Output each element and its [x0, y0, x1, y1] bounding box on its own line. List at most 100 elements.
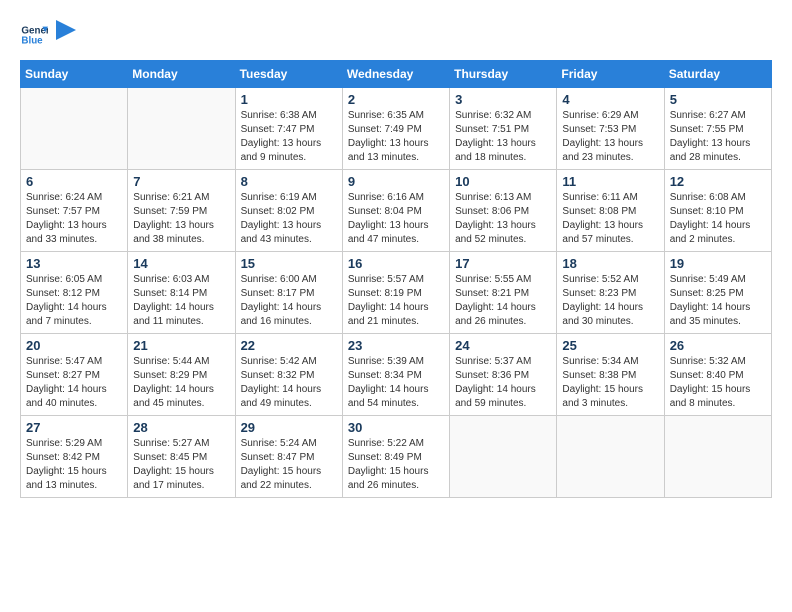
calendar-cell: 2 Sunrise: 6:35 AM Sunset: 7:49 PM Daylig…: [342, 88, 449, 170]
day-info: Sunrise: 6:00 AM Sunset: 8:17 PM Dayligh…: [241, 273, 337, 329]
calendar-cell: 20 Sunrise: 5:47 AM Sunset: 8:27 PM Dayli…: [21, 334, 128, 416]
calendar-cell: 27Sunrise: 5:29 AM Sunset: 8:42 PM Dayli…: [21, 416, 128, 498]
calendar-cell: [128, 88, 235, 170]
day-info: Sunrise: 5:57 AM Sunset: 8:19 PM Dayligh…: [348, 273, 444, 329]
calendar-cell: 16 Sunrise: 5:57 AM Sunset: 8:19 PM Dayli…: [342, 252, 449, 334]
calendar-cell: 22 Sunrise: 5:42 AM Sunset: 8:32 PM Dayli…: [235, 334, 342, 416]
weekday-header-tuesday: Tuesday: [235, 61, 342, 88]
day-number: 22: [241, 338, 337, 353]
calendar-cell: 25 Sunrise: 5:34 AM Sunset: 8:38 PM Dayli…: [557, 334, 664, 416]
day-number: 10: [455, 174, 551, 189]
day-info: Sunrise: 5:34 AM Sunset: 8:38 PM Dayligh…: [562, 355, 658, 411]
calendar-cell: 12 Sunrise: 6:08 AM Sunset: 8:10 PM Dayli…: [664, 170, 771, 252]
day-number: 7: [133, 174, 229, 189]
day-number: 13: [26, 256, 122, 271]
weekday-header-sunday: Sunday: [21, 61, 128, 88]
day-info: Sunrise: 6:19 AM Sunset: 8:02 PM Dayligh…: [241, 191, 337, 247]
day-number: 23: [348, 338, 444, 353]
day-number: 30: [348, 420, 444, 435]
calendar-cell: 3Sunrise: 6:32 AM Sunset: 7:51 PM Daylig…: [450, 88, 557, 170]
calendar-cell: 10 Sunrise: 6:13 AM Sunset: 8:06 PM Dayli…: [450, 170, 557, 252]
day-info: Sunrise: 5:39 AM Sunset: 8:34 PM Dayligh…: [348, 355, 444, 411]
header: General Blue: [20, 20, 772, 50]
week-row-3: 13 Sunrise: 6:05 AM Sunset: 8:12 PM Dayli…: [21, 252, 772, 334]
weekday-header-row: SundayMondayTuesdayWednesdayThursdayFrid…: [21, 61, 772, 88]
calendar-cell: [450, 416, 557, 498]
calendar-cell: 14 Sunrise: 6:03 AM Sunset: 8:14 PM Dayli…: [128, 252, 235, 334]
day-info: Sunrise: 5:47 AM Sunset: 8:27 PM Dayligh…: [26, 355, 122, 411]
calendar-cell: 8 Sunrise: 6:19 AM Sunset: 8:02 PM Daylig…: [235, 170, 342, 252]
weekday-header-monday: Monday: [128, 61, 235, 88]
day-number: 11: [562, 174, 658, 189]
calendar-cell: 26 Sunrise: 5:32 AM Sunset: 8:40 PM Dayli…: [664, 334, 771, 416]
day-info: Sunrise: 6:13 AM Sunset: 8:06 PM Dayligh…: [455, 191, 551, 247]
day-info: Sunrise: 5:42 AM Sunset: 8:32 PM Dayligh…: [241, 355, 337, 411]
day-info: Sunrise: 6:05 AM Sunset: 8:12 PM Dayligh…: [26, 273, 122, 329]
day-number: 26: [670, 338, 766, 353]
svg-text:Blue: Blue: [21, 35, 43, 46]
calendar-cell: 4 Sunrise: 6:29 AM Sunset: 7:53 PM Daylig…: [557, 88, 664, 170]
day-number: 8: [241, 174, 337, 189]
calendar-cell: 5Sunrise: 6:27 AM Sunset: 7:55 PM Daylig…: [664, 88, 771, 170]
day-number: 17: [455, 256, 551, 271]
day-info: Sunrise: 6:35 AM Sunset: 7:49 PM Dayligh…: [348, 109, 444, 165]
week-row-1: 1 Sunrise: 6:38 AM Sunset: 7:47 PM Daylig…: [21, 88, 772, 170]
day-number: 4: [562, 92, 658, 107]
day-number: 28: [133, 420, 229, 435]
week-row-4: 20 Sunrise: 5:47 AM Sunset: 8:27 PM Dayli…: [21, 334, 772, 416]
calendar-cell: 18 Sunrise: 5:52 AM Sunset: 8:23 PM Dayli…: [557, 252, 664, 334]
calendar-cell: 21 Sunrise: 5:44 AM Sunset: 8:29 PM Dayli…: [128, 334, 235, 416]
day-number: 16: [348, 256, 444, 271]
calendar-table: SundayMondayTuesdayWednesdayThursdayFrid…: [20, 60, 772, 498]
calendar-cell: [21, 88, 128, 170]
calendar-cell: [557, 416, 664, 498]
day-number: 1: [241, 92, 337, 107]
day-info: Sunrise: 6:32 AM Sunset: 7:51 PM Dayligh…: [455, 109, 551, 165]
day-info: Sunrise: 6:03 AM Sunset: 8:14 PM Dayligh…: [133, 273, 229, 329]
day-number: 19: [670, 256, 766, 271]
weekday-header-saturday: Saturday: [664, 61, 771, 88]
logo: General Blue: [20, 20, 76, 50]
calendar-cell: 1 Sunrise: 6:38 AM Sunset: 7:47 PM Daylig…: [235, 88, 342, 170]
day-number: 6: [26, 174, 122, 189]
calendar-cell: 30 Sunrise: 5:22 AM Sunset: 8:49 PM Dayli…: [342, 416, 449, 498]
weekday-header-thursday: Thursday: [450, 61, 557, 88]
day-info: Sunrise: 5:52 AM Sunset: 8:23 PM Dayligh…: [562, 273, 658, 329]
calendar-cell: 11 Sunrise: 6:11 AM Sunset: 8:08 PM Dayli…: [557, 170, 664, 252]
calendar-cell: 13 Sunrise: 6:05 AM Sunset: 8:12 PM Dayli…: [21, 252, 128, 334]
day-info: Sunrise: 6:24 AM Sunset: 7:57 PM Dayligh…: [26, 191, 122, 247]
day-info: Sunrise: 5:27 AM Sunset: 8:45 PM Dayligh…: [133, 437, 229, 493]
day-number: 20: [26, 338, 122, 353]
day-info: Sunrise: 5:49 AM Sunset: 8:25 PM Dayligh…: [670, 273, 766, 329]
day-number: 18: [562, 256, 658, 271]
week-row-5: 27Sunrise: 5:29 AM Sunset: 8:42 PM Dayli…: [21, 416, 772, 498]
day-info: Sunrise: 5:22 AM Sunset: 8:49 PM Dayligh…: [348, 437, 444, 493]
calendar-cell: 23 Sunrise: 5:39 AM Sunset: 8:34 PM Dayli…: [342, 334, 449, 416]
day-number: 24: [455, 338, 551, 353]
day-number: 21: [133, 338, 229, 353]
calendar-cell: 6 Sunrise: 6:24 AM Sunset: 7:57 PM Daylig…: [21, 170, 128, 252]
weekday-header-friday: Friday: [557, 61, 664, 88]
day-number: 29: [241, 420, 337, 435]
day-number: 14: [133, 256, 229, 271]
day-info: Sunrise: 5:44 AM Sunset: 8:29 PM Dayligh…: [133, 355, 229, 411]
day-number: 2: [348, 92, 444, 107]
calendar-cell: 7 Sunrise: 6:21 AM Sunset: 7:59 PM Daylig…: [128, 170, 235, 252]
day-number: 12: [670, 174, 766, 189]
day-number: 5: [670, 92, 766, 107]
day-info: Sunrise: 6:21 AM Sunset: 7:59 PM Dayligh…: [133, 191, 229, 247]
day-info: Sunrise: 6:38 AM Sunset: 7:47 PM Dayligh…: [241, 109, 337, 165]
day-info: Sunrise: 5:32 AM Sunset: 8:40 PM Dayligh…: [670, 355, 766, 411]
calendar-cell: [664, 416, 771, 498]
day-info: Sunrise: 5:24 AM Sunset: 8:47 PM Dayligh…: [241, 437, 337, 493]
week-row-2: 6 Sunrise: 6:24 AM Sunset: 7:57 PM Daylig…: [21, 170, 772, 252]
day-number: 15: [241, 256, 337, 271]
day-info: Sunrise: 6:16 AM Sunset: 8:04 PM Dayligh…: [348, 191, 444, 247]
day-info: Sunrise: 6:29 AM Sunset: 7:53 PM Dayligh…: [562, 109, 658, 165]
day-info: Sunrise: 5:55 AM Sunset: 8:21 PM Dayligh…: [455, 273, 551, 329]
logo-arrow-icon: [56, 20, 76, 50]
day-number: 25: [562, 338, 658, 353]
calendar-cell: 19 Sunrise: 5:49 AM Sunset: 8:25 PM Dayli…: [664, 252, 771, 334]
day-info: Sunrise: 6:08 AM Sunset: 8:10 PM Dayligh…: [670, 191, 766, 247]
day-info: Sunrise: 6:11 AM Sunset: 8:08 PM Dayligh…: [562, 191, 658, 247]
